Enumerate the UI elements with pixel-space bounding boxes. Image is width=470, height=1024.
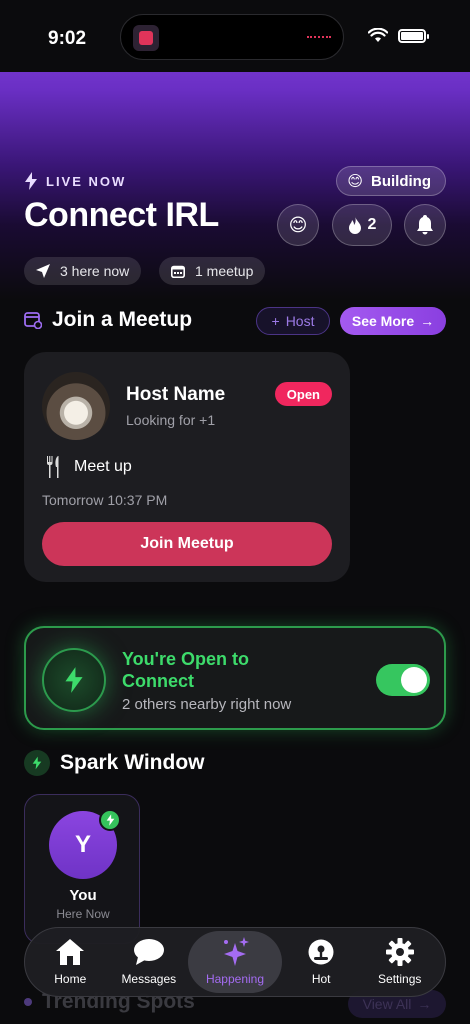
nav-happening-label: Happening (205, 972, 265, 986)
bottom-nav: Home Messages Happening Hot Settings (24, 927, 446, 997)
streak-count: 2 (367, 216, 377, 233)
lightning-icon (106, 814, 114, 826)
battery-icon (398, 28, 429, 43)
calendar-icon (171, 265, 185, 278)
building-label: Building (371, 172, 431, 190)
smile-emoji-icon: 😊 (288, 214, 308, 235)
messages-icon (133, 939, 164, 965)
lightning-icon (65, 667, 83, 693)
live-now-label: LIVE NOW (24, 172, 126, 190)
mood-button[interactable]: 😊 (277, 204, 319, 246)
joystick-icon (308, 939, 334, 965)
flame-icon (348, 216, 361, 234)
join-meetup-button[interactable]: Join Meetup (42, 522, 332, 566)
here-now-text: 3 here now (60, 263, 130, 279)
nav-settings-label: Settings (378, 972, 422, 986)
online-badge (99, 809, 121, 831)
host-label: Host (285, 313, 315, 329)
meetup-looking-for: Looking for +1 (126, 412, 216, 428)
smile-emoji-icon: 😊 (347, 173, 363, 190)
meetup-section-title: Join a Meetup (24, 308, 192, 332)
nav-hot[interactable]: Hot (282, 931, 361, 993)
spark-section-title: Spark Window (24, 750, 205, 776)
connect-title: You're Open to Connect (122, 649, 249, 691)
nav-happening[interactable]: Happening (188, 931, 282, 993)
nav-messages[interactable]: Messages (110, 931, 189, 993)
dynamic-island (120, 14, 344, 60)
view-all-label: View All (362, 996, 412, 1012)
streak-button[interactable]: 2 (332, 204, 392, 246)
calendar-clock-icon (24, 312, 42, 329)
sparkles-icon (223, 937, 249, 966)
you-spark-card[interactable]: Y You Here Now (24, 794, 140, 944)
status-icons (368, 28, 429, 43)
meetup-activity: Meet up (46, 456, 132, 478)
nav-home[interactable]: Home (31, 931, 110, 993)
lightning-icon (25, 172, 37, 190)
connect-subtitle: 2 others nearby right now (122, 696, 292, 713)
notifications-button[interactable] (404, 204, 446, 246)
fork-knife-icon (47, 456, 59, 478)
nav-home-label: Home (54, 972, 87, 986)
host-avatar[interactable] (42, 372, 110, 440)
status-bar: 9:02 (0, 0, 470, 72)
location-arrow-icon (36, 264, 50, 278)
live-activity-indicator (307, 36, 331, 38)
bell-icon (417, 215, 433, 235)
spark-section-label: Spark Window (60, 751, 205, 774)
meetup-section-label: Join a Meetup (52, 308, 193, 331)
spark-icon (24, 750, 50, 776)
you-name: You (69, 887, 97, 904)
meetup-card[interactable]: Host Name Looking for +1 Open Meet up To… (24, 352, 350, 582)
arrow-right-icon: → (420, 313, 435, 329)
nav-messages-label: Messages (121, 972, 177, 986)
page-title: Connect IRL (24, 196, 219, 234)
meetup-count-text: 1 meetup (195, 263, 254, 279)
status-time: 9:02 (48, 28, 87, 49)
host-name: Host Name (126, 384, 226, 405)
open-to-connect-toggle[interactable] (376, 664, 430, 696)
lightning-icon (32, 756, 42, 770)
live-now-text: LIVE NOW (46, 173, 127, 189)
gear-icon (385, 938, 414, 966)
live-activity-app-icon (133, 25, 159, 51)
status-chip-building[interactable]: 😊 Building (336, 166, 446, 196)
plus-icon: + (271, 313, 280, 329)
you-status: Here Now (56, 907, 110, 921)
nav-settings[interactable]: Settings (360, 931, 439, 993)
meetup-activity-label: Meet up (74, 458, 132, 475)
meetup-time: Tomorrow 10:37 PM (42, 492, 168, 508)
wifi-icon (368, 28, 388, 42)
connect-status-icon (42, 648, 106, 712)
host-button[interactable]: + Host (256, 307, 330, 335)
arrow-right-icon: → (417, 996, 432, 1012)
nav-hot-label: Hot (311, 972, 331, 986)
status-badge: Open (274, 382, 332, 406)
see-more-label: See More (351, 313, 415, 329)
dot-icon (24, 998, 32, 1006)
home-icon (56, 939, 85, 965)
see-more-button[interactable]: See More → (340, 307, 446, 335)
open-to-connect-card: You're Open to Connect 2 others nearby r… (24, 626, 446, 730)
here-now-chip[interactable]: 3 here now (24, 257, 142, 285)
meetup-count-chip[interactable]: 1 meetup (159, 257, 266, 285)
